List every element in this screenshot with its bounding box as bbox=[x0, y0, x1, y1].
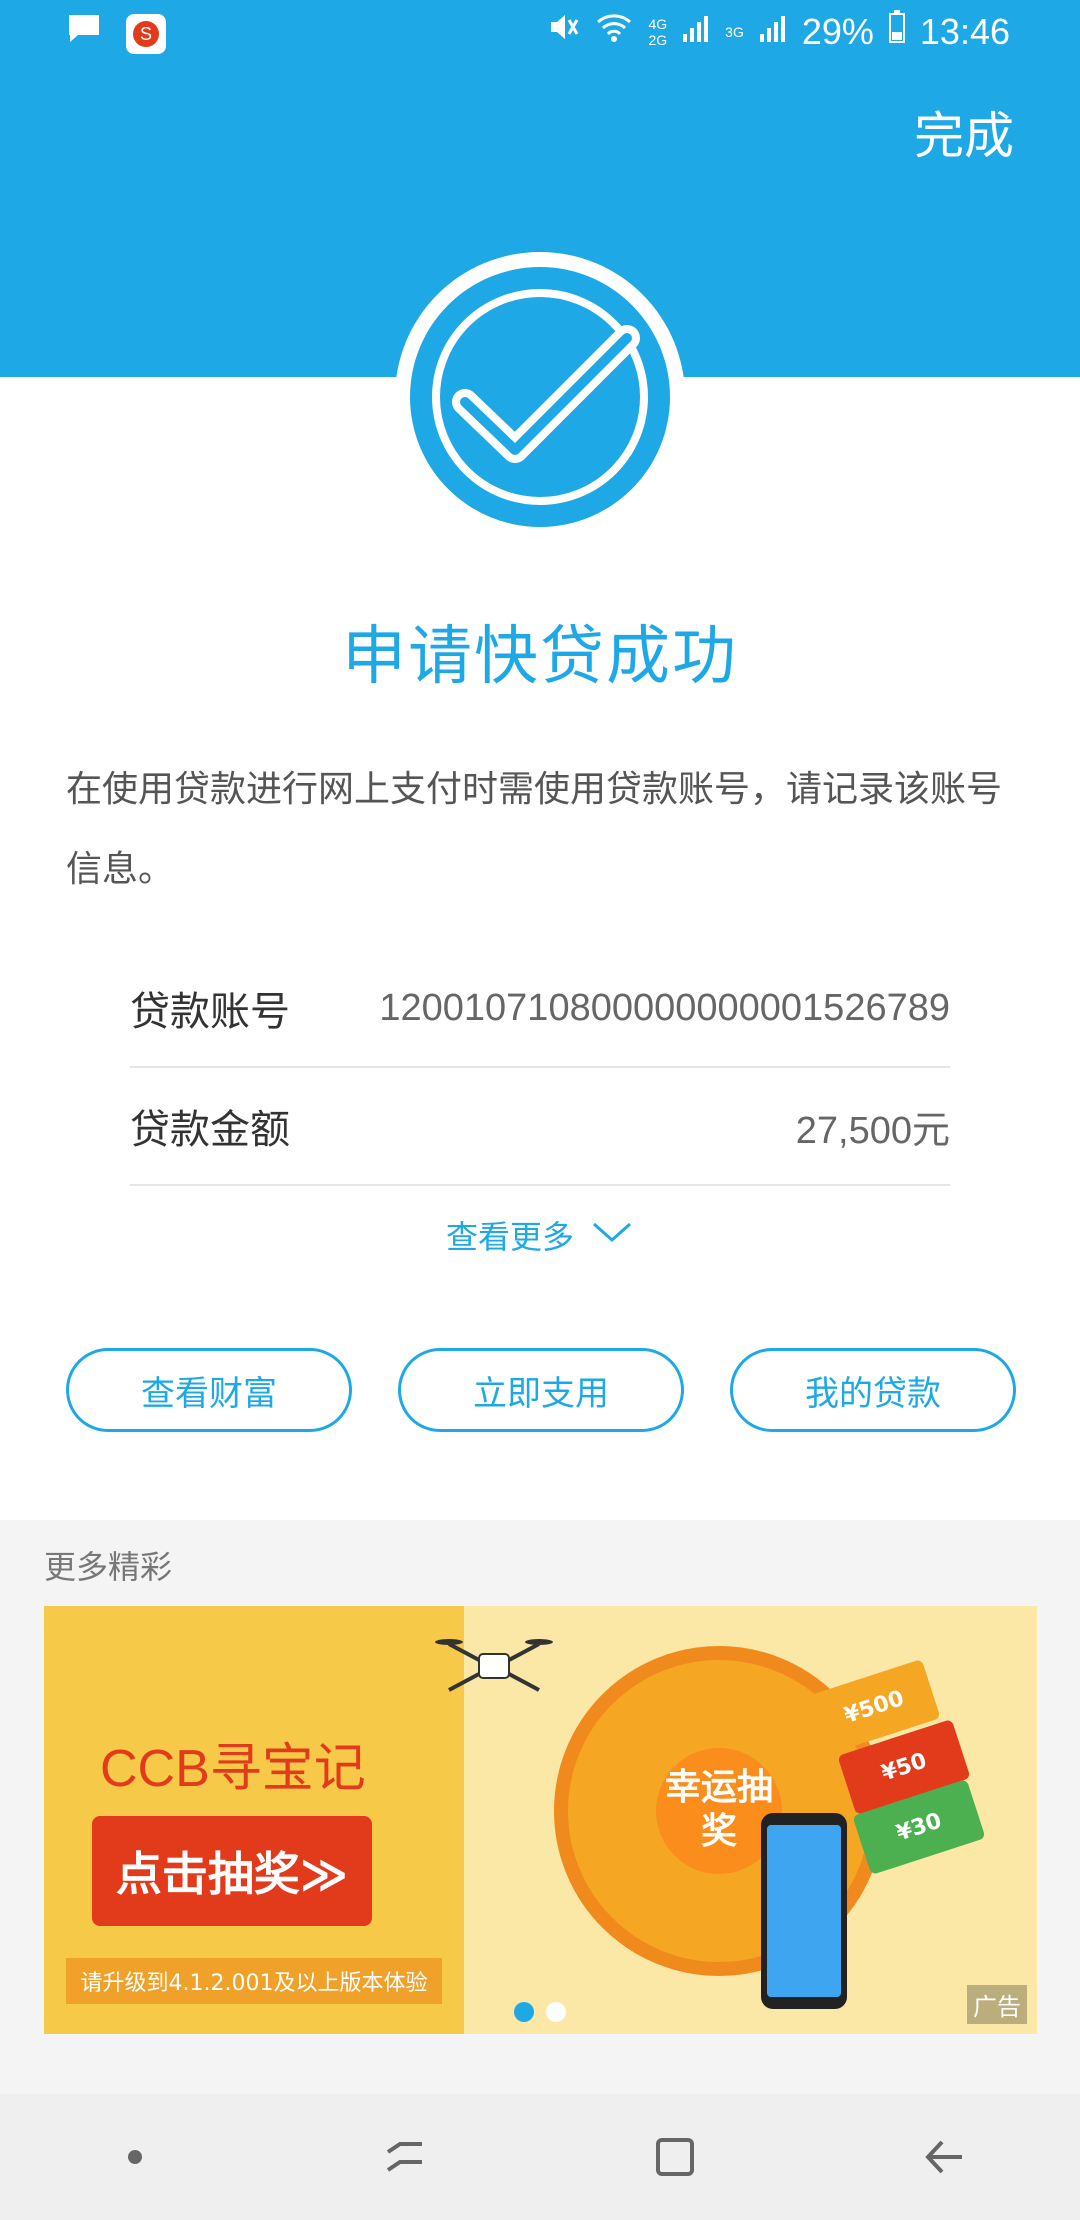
promo-banner[interactable]: CCB寻宝记 点击抽奖≫ 请升级到4.1.2.001及以上版本体验 幸运抽奖 ¥… bbox=[44, 1606, 1037, 2034]
status-bar: S 4G 2G 3G 29% 13:46 bbox=[0, 0, 1080, 66]
svg-text:S: S bbox=[140, 24, 152, 44]
phone-icon bbox=[759, 1811, 849, 2015]
recent-apps-icon[interactable] bbox=[365, 2117, 445, 2197]
action-buttons: 查看财富 立即支用 我的贷款 bbox=[66, 1348, 1016, 1432]
done-button[interactable]: 完成 bbox=[914, 96, 1014, 168]
message-notification-icon bbox=[66, 12, 102, 55]
view-more-link[interactable]: 查看更多 bbox=[0, 1212, 1080, 1258]
loan-account-value: 120010710800000000001526789 bbox=[379, 986, 950, 1029]
battery-percent: 29% bbox=[801, 10, 874, 52]
banner-headline: CCB寻宝记 bbox=[100, 1740, 366, 1798]
signal-icon-2 bbox=[758, 11, 788, 53]
page-title: 申请快贷成功 bbox=[342, 620, 738, 694]
ad-label: 广告 bbox=[967, 1985, 1027, 2024]
home-icon[interactable] bbox=[635, 2117, 715, 2197]
loan-amount-label: 贷款金额 bbox=[130, 1107, 290, 1153]
chevron-down-icon bbox=[590, 1216, 634, 1254]
network-type-2: 3G bbox=[725, 23, 744, 40]
system-nav-bar bbox=[0, 2094, 1080, 2220]
loan-account-label: 贷款账号 bbox=[130, 989, 290, 1035]
result-description: 在使用贷款进行网上支付时需使用贷款账号，请记录该账号信息。 bbox=[66, 769, 1003, 890]
banner-pagination bbox=[514, 2002, 566, 2022]
loan-account-row: 贷款账号 120010710800000000001526789 bbox=[130, 950, 950, 1068]
more-section: 更多精彩 CCB寻宝记 点击抽奖≫ 请升级到4.1.2.001及以上版本体验 幸… bbox=[0, 1520, 1080, 2094]
my-loans-button[interactable]: 我的贷款 bbox=[730, 1348, 1016, 1432]
use-now-button[interactable]: 立即支用 bbox=[398, 1348, 684, 1432]
loan-amount-row: 贷款金额 27,500元 bbox=[130, 1068, 950, 1186]
banner-dot[interactable] bbox=[546, 2002, 566, 2022]
nav-dot-icon[interactable] bbox=[95, 2117, 175, 2197]
wifi-icon bbox=[594, 10, 634, 53]
drone-icon bbox=[434, 1626, 554, 1710]
mute-icon bbox=[546, 10, 580, 53]
banner-dot-active[interactable] bbox=[514, 2002, 534, 2022]
banner-cta-button[interactable]: 点击抽奖≫ bbox=[92, 1816, 372, 1926]
clock: 13:46 bbox=[919, 10, 1010, 52]
loan-amount-value: 27,500元 bbox=[795, 1109, 950, 1152]
back-icon[interactable] bbox=[905, 2117, 985, 2197]
signal-icon bbox=[681, 11, 711, 53]
bank-app-icon: S bbox=[126, 13, 166, 54]
success-check-icon bbox=[395, 252, 685, 542]
network-type: 4G 2G bbox=[648, 15, 668, 48]
banner-note: 请升级到4.1.2.001及以上版本体验 bbox=[66, 1958, 442, 2004]
more-section-title: 更多精彩 bbox=[44, 1548, 173, 1586]
view-more-label: 查看更多 bbox=[445, 1218, 574, 1256]
battery-icon bbox=[888, 10, 906, 53]
view-wealth-button[interactable]: 查看财富 bbox=[66, 1348, 352, 1432]
